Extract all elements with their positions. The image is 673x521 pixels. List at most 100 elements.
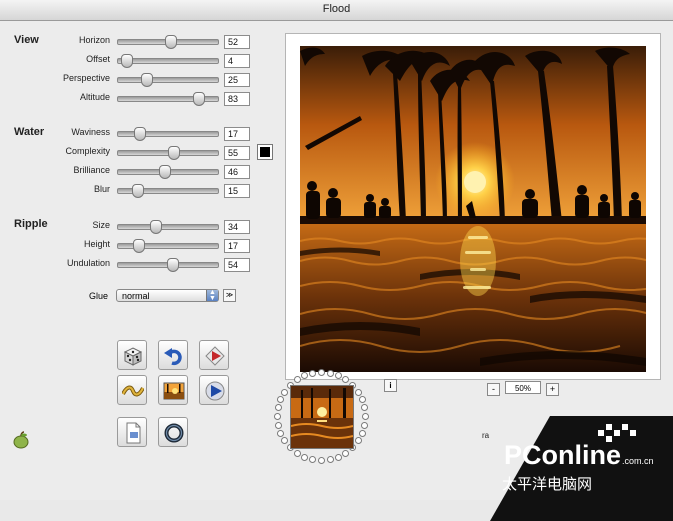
- ring-dot[interactable]: [281, 388, 289, 396]
- slider-knob-horizon[interactable]: [165, 35, 177, 49]
- slider-label-perspective: Perspective: [62, 73, 110, 83]
- slider-knob-undulation[interactable]: [167, 258, 179, 272]
- slider-knob-waviness[interactable]: [134, 127, 146, 141]
- ring-dot[interactable]: [358, 429, 366, 437]
- slider-blur[interactable]: [117, 184, 219, 198]
- apple-icon: [12, 431, 30, 454]
- image-preset-button[interactable]: [158, 375, 188, 405]
- slider-undulation[interactable]: [117, 258, 219, 272]
- slider-knob-brilliance[interactable]: [159, 165, 171, 179]
- watermark-cn: 太平洋电脑网: [502, 475, 592, 493]
- ring-button[interactable]: [158, 417, 188, 447]
- ring-dot[interactable]: [342, 376, 350, 384]
- render-button[interactable]: [199, 340, 229, 370]
- ring-dot[interactable]: [277, 429, 285, 437]
- slider-complexity[interactable]: [117, 146, 219, 160]
- value-field-perspective[interactable]: 25: [224, 73, 250, 87]
- ring-dot[interactable]: [301, 453, 309, 461]
- slider-height[interactable]: [117, 239, 219, 253]
- value-field-complexity[interactable]: 55: [224, 146, 250, 160]
- undo-button[interactable]: [158, 340, 188, 370]
- slider-label-size: Size: [92, 220, 110, 230]
- value-field-undulation[interactable]: 54: [224, 258, 250, 272]
- ring-dot[interactable]: [334, 453, 342, 461]
- window-title: Flood: [322, 3, 351, 15]
- slider-knob-altitude[interactable]: [193, 92, 205, 106]
- value-field-altitude[interactable]: 83: [224, 92, 250, 106]
- ring-dot[interactable]: [318, 369, 325, 376]
- value-field-size[interactable]: 34: [224, 220, 250, 234]
- slider-label-complexity: Complexity: [65, 146, 110, 156]
- play-button[interactable]: [199, 375, 229, 405]
- slider-label-blur: Blur: [93, 184, 110, 194]
- slider-waviness[interactable]: [117, 127, 219, 141]
- file-icon: [126, 422, 141, 444]
- slider-offset[interactable]: [117, 54, 219, 68]
- preview-panel: [285, 33, 661, 380]
- zoom-field[interactable]: 50%: [505, 381, 541, 394]
- status-text: ra: [482, 431, 490, 440]
- preview-image[interactable]: [300, 46, 646, 372]
- glue-options-button[interactable]: ≫: [223, 289, 236, 302]
- wave-preset-button[interactable]: [117, 375, 147, 405]
- dice-icon: [123, 347, 143, 366]
- ring-dot[interactable]: [354, 388, 362, 396]
- ring-dot[interactable]: [361, 404, 369, 412]
- info-button[interactable]: i: [384, 379, 397, 392]
- slider-label-undulation: Undulation: [66, 258, 110, 268]
- randomize-button[interactable]: [117, 340, 147, 370]
- glue-select[interactable]: normal ▲ ▼: [116, 289, 219, 302]
- ring-dot[interactable]: [274, 404, 282, 412]
- slider-altitude[interactable]: [117, 92, 219, 106]
- undo-icon: [164, 348, 182, 366]
- ring-dot[interactable]: [361, 421, 369, 429]
- value-field-offset[interactable]: 4: [224, 54, 250, 68]
- value-field-brilliance[interactable]: 46: [224, 165, 250, 179]
- slider-knob-blur[interactable]: [132, 184, 144, 198]
- slider-size[interactable]: [117, 220, 219, 234]
- slider-knob-height[interactable]: [133, 239, 145, 253]
- value-field-blur[interactable]: 15: [224, 184, 250, 198]
- value-field-horizon[interactable]: 52: [224, 35, 250, 49]
- watermark-brand: PConline: [504, 440, 621, 470]
- slider-label-waviness: Waviness: [71, 127, 110, 137]
- water-color-swatch[interactable]: [257, 144, 273, 160]
- ring-dot[interactable]: [326, 369, 334, 377]
- slider-label-altitude: Altitude: [79, 92, 110, 102]
- ring-dot[interactable]: [309, 456, 317, 464]
- slider-label-brilliance: Brilliance: [73, 165, 110, 175]
- slider-knob-perspective[interactable]: [141, 73, 153, 87]
- slider-label-horizon: Horizon: [78, 35, 110, 45]
- ring-dot[interactable]: [281, 437, 289, 445]
- watermark: PConline .com.cn 太平洋电脑网: [490, 416, 673, 521]
- zoom-out-button[interactable]: -: [487, 383, 500, 396]
- slider-horizon[interactable]: [117, 35, 219, 49]
- ring-dot[interactable]: [342, 449, 350, 457]
- glue-select-value: normal: [122, 291, 150, 301]
- navigator-thumbnail[interactable]: [290, 385, 354, 449]
- slider-knob-size[interactable]: [150, 220, 162, 234]
- ring-dot[interactable]: [326, 456, 334, 464]
- ring-dot[interactable]: [293, 449, 301, 457]
- value-field-waviness[interactable]: 17: [224, 127, 250, 141]
- value-field-height[interactable]: 17: [224, 239, 250, 253]
- ring-dot[interactable]: [293, 376, 301, 384]
- ring-dot[interactable]: [277, 396, 285, 404]
- slider-label-offset: Offset: [86, 54, 110, 64]
- zoom-in-button[interactable]: +: [546, 383, 559, 396]
- slider-knob-complexity[interactable]: [168, 146, 180, 160]
- title-bar: Flood: [0, 0, 673, 21]
- export-file-button[interactable]: [117, 417, 147, 447]
- ring-dot[interactable]: [362, 413, 369, 420]
- ring-dot[interactable]: [274, 421, 282, 429]
- ring-dot[interactable]: [354, 437, 362, 445]
- slider-brilliance[interactable]: [117, 165, 219, 179]
- main-window: View Water Ripple Horizon 52 Offset 4 Perspe…: [0, 21, 673, 521]
- slider-perspective[interactable]: [117, 73, 219, 87]
- ring-dot[interactable]: [274, 413, 281, 420]
- ring-dot[interactable]: [318, 457, 325, 464]
- ring-dot[interactable]: [358, 396, 366, 404]
- slider-knob-offset[interactable]: [121, 54, 133, 68]
- wave-icon: [122, 385, 144, 397]
- select-arrows-icon: ▲ ▼: [206, 289, 218, 302]
